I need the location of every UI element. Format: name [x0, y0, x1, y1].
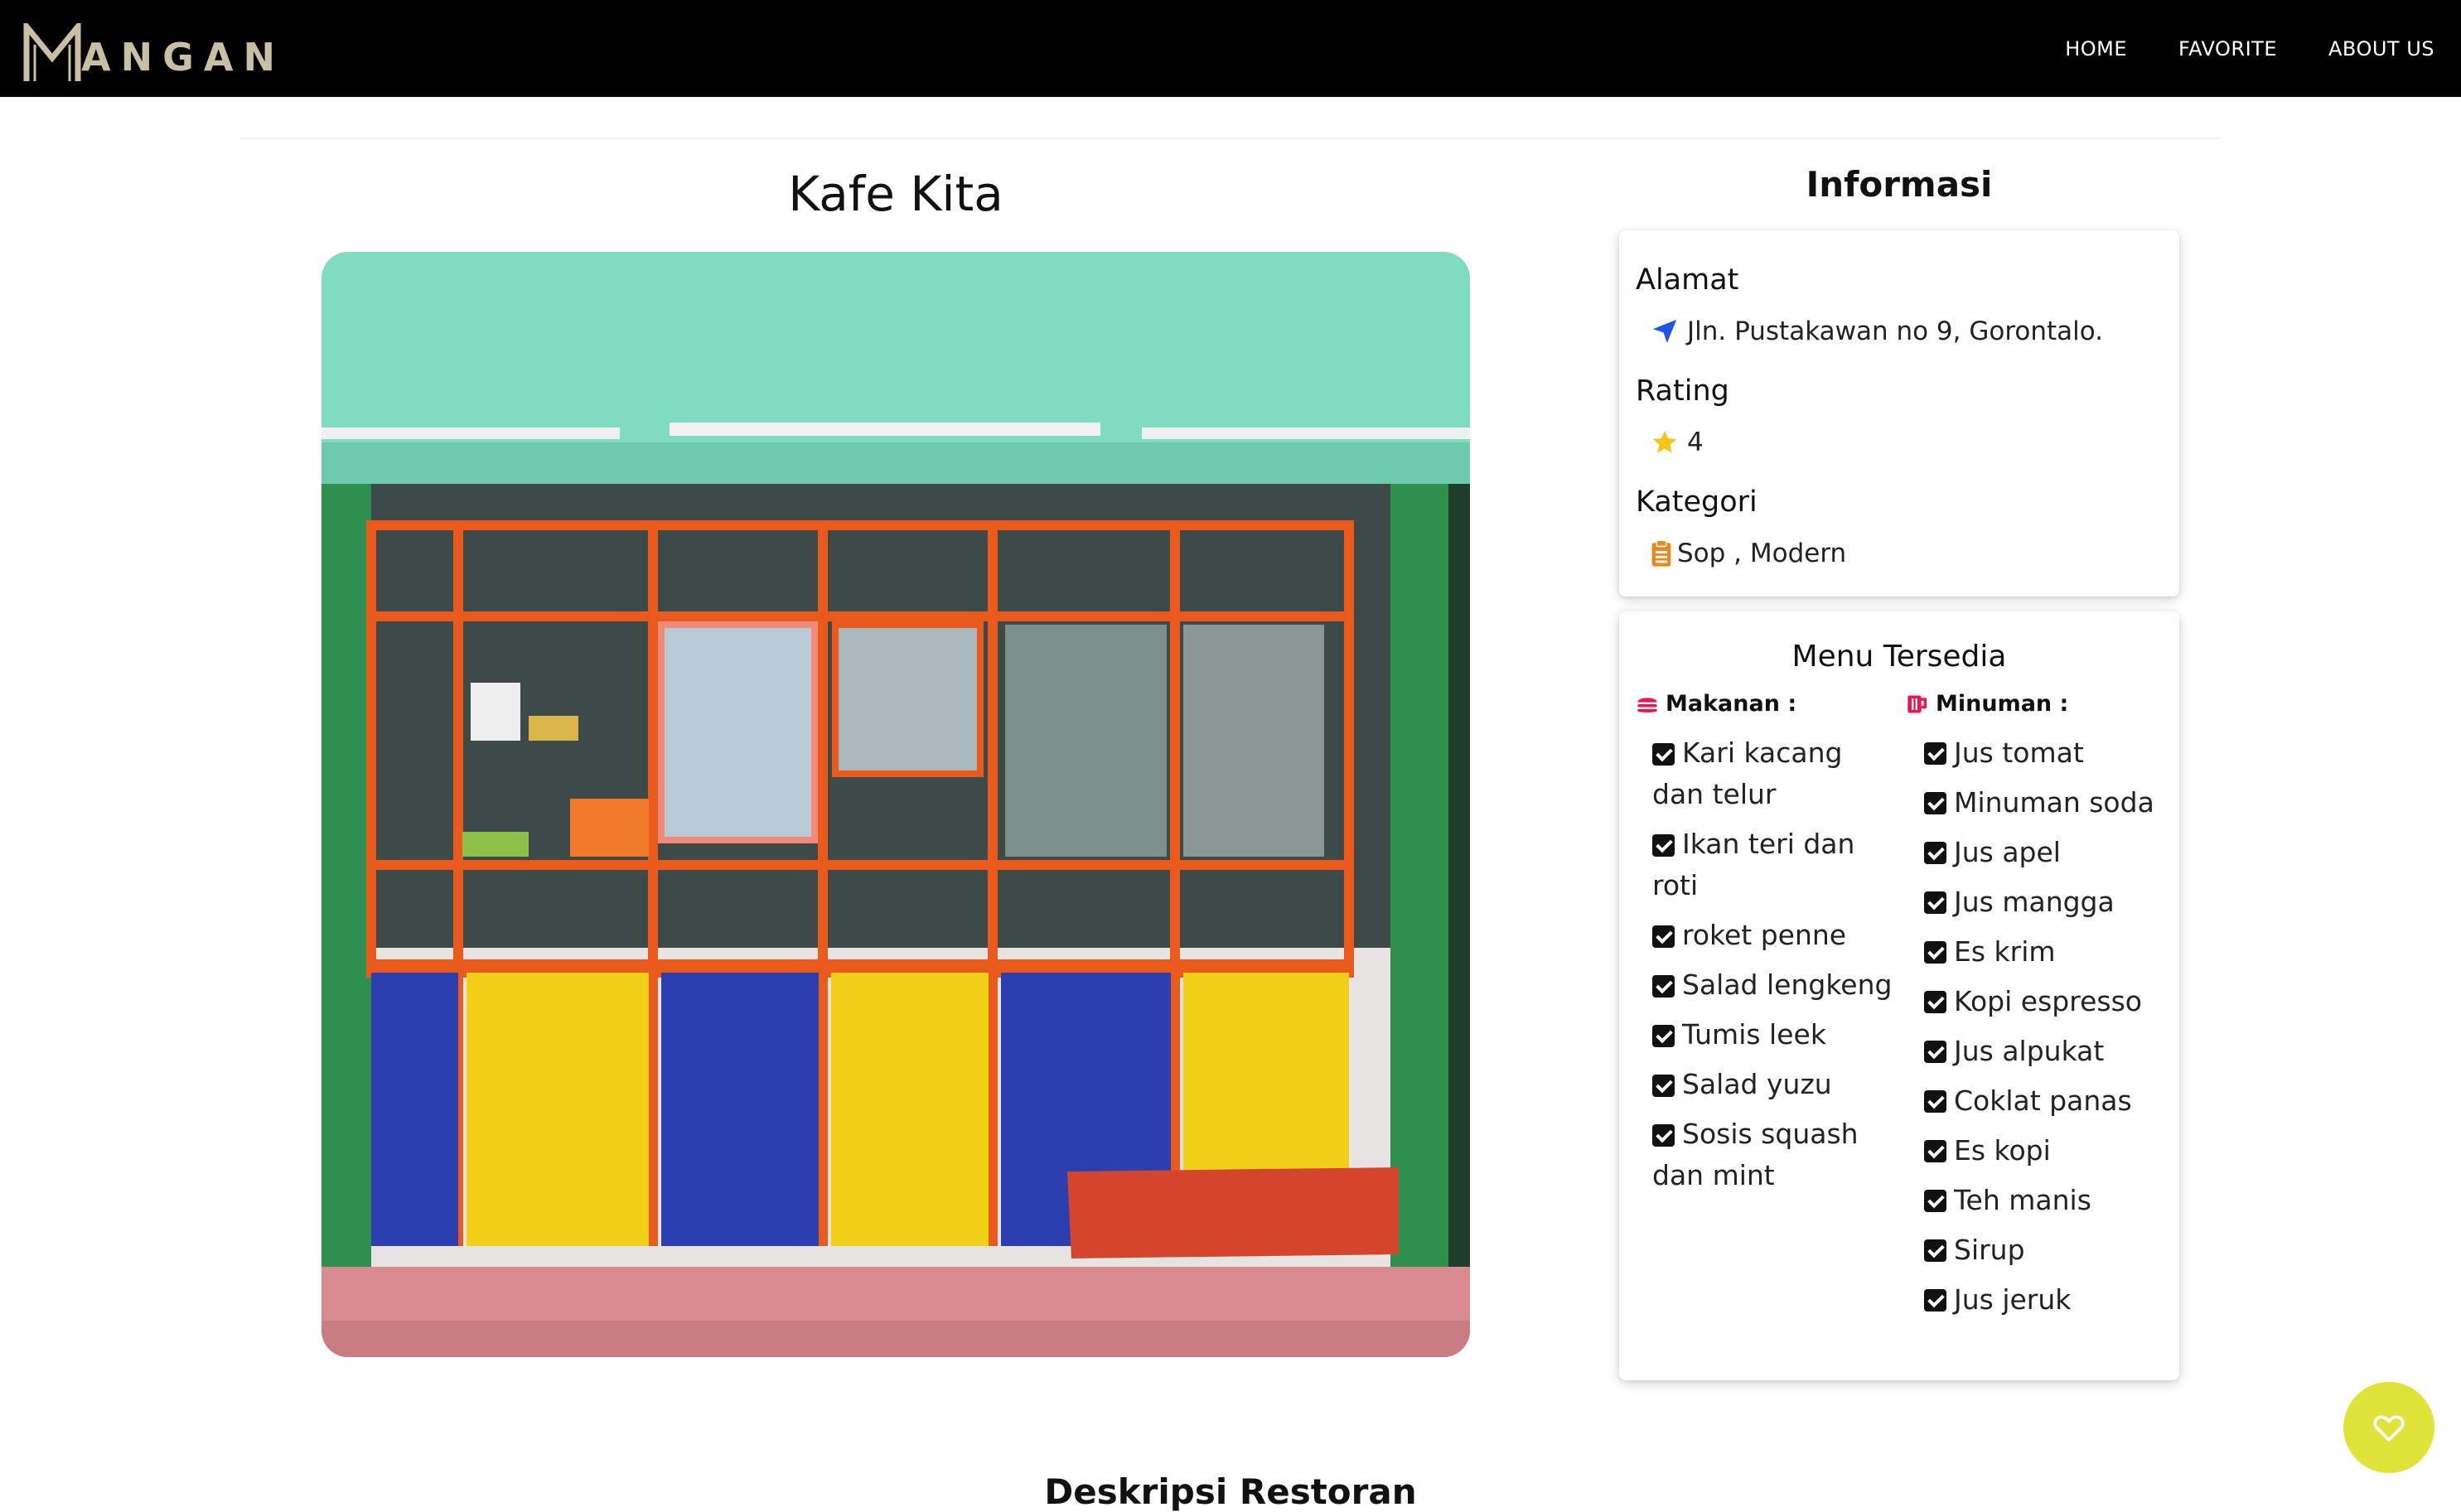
list-item: Es krim — [1924, 931, 2173, 973]
list-item: Jus alpukat — [1924, 1031, 2173, 1072]
drink-item: Es krim — [1954, 935, 2056, 968]
list-item: Kari kacang dan telur — [1652, 732, 1893, 815]
star-icon — [1652, 430, 1677, 453]
check-square-icon — [1652, 834, 1675, 857]
restaurant-name: Kafe Kita — [788, 166, 1003, 222]
logo-m-mark — [23, 23, 81, 81]
drink-item: Kopi espresso — [1954, 985, 2142, 1017]
check-square-icon — [1924, 842, 1946, 864]
list-item: Salad yuzu — [1652, 1064, 1893, 1105]
divider — [240, 138, 2221, 139]
check-square-icon — [1652, 1025, 1675, 1047]
food-item: Sosis squash dan mint — [1652, 1118, 1859, 1191]
description-heading: Deskripsi Restoran — [1044, 1471, 1417, 1512]
list-item: Kopi espresso — [1924, 981, 2173, 1022]
list-item: Ikan teri dan roti — [1652, 824, 1893, 906]
category-value: Sop , Modern — [1677, 539, 1847, 568]
food-item: Kari kacang dan telur — [1652, 737, 1843, 810]
brand-name: ANGAN — [81, 35, 285, 80]
drink-item: Jus mangga — [1954, 886, 2115, 918]
nav-home-link[interactable]: HOME — [2065, 37, 2127, 60]
list-item: Jus apel — [1924, 832, 2173, 873]
food-item: Salad lengkeng — [1682, 969, 1893, 1001]
list-item: Es kopi — [1924, 1130, 2173, 1171]
address-label: Alamat — [1636, 263, 1739, 297]
hamburger-icon — [1637, 697, 1657, 713]
list-item: Tumis leek — [1652, 1014, 1893, 1056]
check-square-icon — [1924, 742, 1946, 765]
heart-icon — [2373, 1415, 2405, 1442]
check-square-icon — [1924, 1289, 1946, 1312]
food-list: Kari kacang dan telur Ikan teri dan roti… — [1652, 732, 1893, 1205]
check-square-icon — [1924, 941, 1946, 964]
menu-card: Menu Tersedia Makanan : Minuman : Kari k… — [1619, 611, 2179, 1380]
check-square-icon — [1652, 743, 1675, 766]
check-square-icon — [1924, 891, 1946, 914]
rating-row: 4 — [1651, 428, 1704, 457]
check-square-icon — [1652, 925, 1675, 948]
nav-about-link[interactable]: ABOUT US — [2328, 37, 2434, 60]
category-label: Kategori — [1636, 485, 1758, 519]
drink-item: Minuman soda — [1954, 786, 2154, 819]
brand-logo[interactable]: ANGAN — [23, 17, 285, 83]
drink-item: Coklat panas — [1954, 1084, 2132, 1117]
check-square-icon — [1652, 1124, 1675, 1147]
list-item: Coklat panas — [1924, 1080, 2173, 1122]
drink-item: Jus apel — [1954, 836, 2061, 868]
drink-label: Minuman : — [1936, 691, 2069, 717]
address-row: Jln. Pustakawan no 9, Gorontalo. — [1651, 316, 2103, 346]
check-square-icon — [1652, 1075, 1675, 1097]
list-item: Sirup — [1924, 1229, 2173, 1271]
drink-item: Jus tomat — [1954, 737, 2084, 769]
check-square-icon — [1924, 792, 1946, 814]
check-square-icon — [1924, 991, 1946, 1013]
check-square-icon — [1652, 975, 1675, 998]
mug-icon — [1907, 695, 1927, 713]
menu-heading: Menu Tersedia — [1791, 640, 2007, 674]
rating-value: 4 — [1687, 428, 1704, 457]
list-item: Salad lengkeng — [1652, 964, 1893, 1006]
drink-item: Sirup — [1954, 1234, 2025, 1266]
rating-label: Rating — [1636, 374, 1729, 408]
navbar: ANGAN HOME FAVORITE ABOUT US — [0, 0, 2461, 97]
list-item: Jus jeruk — [1924, 1279, 2173, 1321]
food-heading: Makanan : — [1636, 691, 1796, 717]
drink-item: Teh manis — [1954, 1184, 2091, 1216]
food-item: Tumis leek — [1682, 1018, 1826, 1051]
address-value: Jln. Pustakawan no 9, Gorontalo. — [1687, 316, 2104, 346]
drink-list: Jus tomat Minuman soda Jus apel Jus mang… — [1924, 732, 2173, 1329]
clipboard-list-icon — [1651, 539, 1671, 567]
list-item: Jus tomat — [1924, 732, 2173, 774]
category-row: Sop , Modern — [1651, 539, 1846, 568]
check-square-icon — [1924, 1090, 1946, 1113]
storefront-illustration — [322, 252, 1470, 1357]
drink-item: Jus jeruk — [1954, 1283, 2072, 1316]
food-item: Ikan teri dan roti — [1652, 828, 1855, 901]
info-card: Alamat Jln. Pustakawan no 9, Gorontalo. … — [1619, 230, 2179, 597]
food-item: roket penne — [1682, 919, 1847, 951]
nav-favorite-link[interactable]: FAVORITE — [2178, 37, 2277, 60]
list-item: Minuman soda — [1924, 782, 2173, 824]
list-item: Sosis squash dan mint — [1652, 1113, 1893, 1196]
nav-menu: HOME FAVORITE ABOUT US — [2065, 0, 2434, 97]
restaurant-photo — [322, 252, 1470, 1357]
food-item: Salad yuzu — [1682, 1068, 1832, 1100]
check-square-icon — [1924, 1041, 1946, 1063]
list-item: Jus mangga — [1924, 882, 2173, 923]
check-square-icon — [1924, 1190, 1946, 1212]
list-item: roket penne — [1652, 915, 1893, 956]
check-square-icon — [1924, 1239, 1946, 1262]
food-label: Makanan : — [1666, 691, 1797, 717]
check-square-icon — [1924, 1140, 1946, 1162]
list-item: Teh manis — [1924, 1180, 2173, 1221]
info-heading: Informasi — [1806, 164, 1993, 205]
drink-item: Jus alpukat — [1954, 1035, 2105, 1067]
favorite-button[interactable] — [2343, 1382, 2434, 1473]
drink-heading: Minuman : — [1906, 691, 2068, 717]
location-arrow-icon — [1652, 319, 1677, 344]
drink-item: Es kopi — [1954, 1134, 2051, 1167]
